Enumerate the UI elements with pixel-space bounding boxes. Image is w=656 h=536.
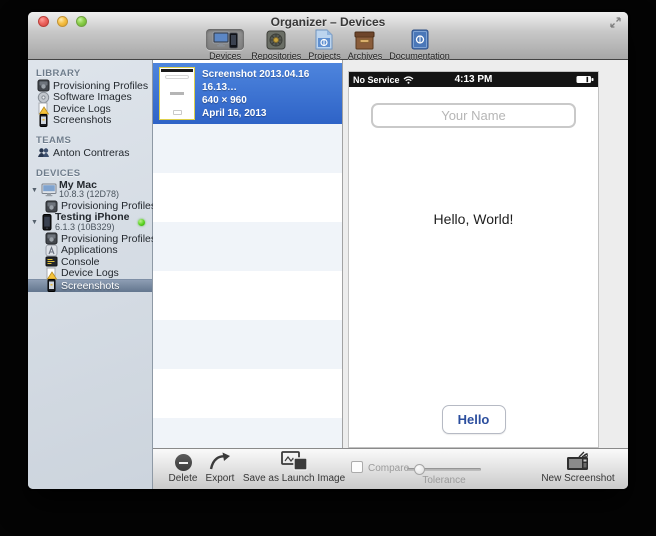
sidebar: LIBRARY Provisioning Profiles Software I… [28, 60, 153, 489]
toolbar-item-archives[interactable]: Archives [348, 29, 383, 61]
sidebar-device-testing-iphone[interactable]: ▼ Testing iPhone 6.1.3 (10B329) [28, 212, 152, 233]
list-empty-row[interactable] [153, 418, 342, 448]
iphone-statusbar: No Service 4:13 PM [349, 72, 598, 87]
disclosure-triangle-icon[interactable]: ▼ [31, 187, 39, 194]
sidebar-item-iphone-screenshots[interactable]: Screenshots [28, 279, 152, 292]
fullscreen-icon[interactable] [610, 17, 621, 28]
device-name-block: Testing iPhone 6.1.3 (10B329) [55, 213, 129, 232]
toolbar-item-documentation[interactable]: Documentation [389, 29, 450, 61]
screenshots-icon [45, 279, 58, 292]
thumb-label [170, 92, 184, 95]
archives-icon [348, 29, 381, 50]
screenshot-meta: Screenshot 2013.04.16 16.13… 640 × 960 A… [202, 68, 342, 120]
name-text-field: Your Name [371, 103, 576, 128]
organizer-window: Organizer – Devices Devices [28, 12, 628, 489]
screenshot-list-item-selected[interactable]: Screenshot 2013.04.16 16.13… 640 × 960 A… [153, 63, 342, 124]
screenshots-icon [37, 114, 50, 127]
device-logs-icon [45, 267, 58, 280]
device-version: 10.8.3 (12D78) [59, 189, 119, 199]
screenshot-date: April 16, 2013 [202, 107, 342, 120]
tolerance-label-group: Tolerance [407, 475, 481, 486]
statusbar-time: 4:13 PM [349, 74, 598, 85]
list-empty-row[interactable] [153, 124, 342, 173]
sidebar-item-label: Device Logs [53, 103, 111, 115]
sidebar-item-team-member[interactable]: Anton Contreras [28, 147, 152, 159]
sidebar-item-label: Provisioning Profiles [61, 233, 156, 245]
sidebar-item-label: Software Images [53, 91, 132, 103]
save-launch-label: Save as Launch Image [238, 473, 350, 484]
list-empty-row[interactable] [153, 173, 342, 222]
delete-icon [175, 454, 192, 471]
window-header: Organizer – Devices Devices [28, 12, 628, 60]
compare-checkbox[interactable] [351, 461, 363, 473]
export-button[interactable]: Export [197, 449, 243, 484]
device-version: 6.1.3 (10B329) [55, 222, 115, 232]
tolerance-slider[interactable] [407, 464, 481, 475]
sidebar-item-label: Screenshots [53, 114, 111, 126]
mac-icon [41, 183, 57, 197]
repositories-icon [260, 29, 292, 50]
device-name-block: My Mac 10.8.3 (12D78) [59, 181, 119, 200]
toolbar-item-repositories[interactable]: Repositories [251, 29, 301, 61]
sidebar-item-label: Console [61, 256, 100, 268]
bottom-toolbar: Delete Export Save as Launch Image [153, 448, 628, 489]
screenshot-title: Screenshot 2013.04.16 16.13… [202, 68, 342, 94]
toolbar-item-projects[interactable]: Projects [308, 29, 341, 61]
hello-world-label: Hello, World! [349, 211, 598, 227]
projects-icon [309, 29, 339, 50]
list-empty-row[interactable] [153, 271, 342, 320]
device-screenshot-image[interactable]: No Service 4:13 PM Your Name Hello, Worl… [349, 72, 598, 447]
name-field-placeholder: Your Name [441, 108, 506, 123]
save-launch-image-icon [281, 451, 308, 471]
save-as-launch-image-button[interactable]: Save as Launch Image [238, 449, 350, 484]
sidebar-item-iphone-device-logs[interactable]: Device Logs [28, 268, 152, 280]
preview-pane: No Service 4:13 PM Your Name Hello, Worl… [342, 60, 628, 448]
new-screenshot-button[interactable]: New Screenshot [533, 449, 623, 484]
sidebar-item-screenshots[interactable]: Screenshots [28, 115, 152, 127]
list-empty-row[interactable] [153, 320, 342, 369]
sidebar-item-label: Provisioning Profiles [53, 80, 148, 92]
titlebar[interactable]: Organizer – Devices [28, 12, 628, 29]
sidebar-section-library: LIBRARY [28, 68, 152, 80]
new-screenshot-icon [566, 451, 590, 471]
disclosure-triangle-icon[interactable]: ▼ [31, 219, 39, 226]
tolerance-label: Tolerance [407, 475, 481, 486]
screenshot-size: 640 × 960 [202, 94, 342, 107]
sidebar-item-label: Applications [61, 244, 118, 256]
thumb-textfield [165, 75, 189, 79]
sidebar-item-label: Screenshots [61, 280, 119, 292]
documentation-icon [405, 29, 435, 50]
device-connected-dot [138, 219, 145, 226]
list-empty-row[interactable] [153, 222, 342, 271]
sidebar-item-label: Device Logs [61, 267, 119, 279]
screenshot-list: Screenshot 2013.04.16 16.13… 640 × 960 A… [153, 60, 342, 448]
window-title: Organizer – Devices [28, 15, 628, 29]
sidebar-item-label: Anton Contreras [53, 147, 129, 159]
iphone-icon [41, 214, 53, 231]
devices-icon [206, 29, 244, 50]
thumb-button [173, 110, 182, 115]
main-toolbar: Devices Repositories [28, 29, 628, 60]
sidebar-section-teams: TEAMS [28, 135, 152, 147]
thumb-statusbar [161, 69, 193, 72]
compare-control[interactable]: Compare [351, 458, 409, 476]
list-empty-row[interactable] [153, 369, 342, 418]
export-label: Export [197, 473, 243, 484]
screenshot-thumbnail [159, 67, 195, 120]
compare-label: Compare [368, 463, 409, 474]
battery-icon [576, 75, 594, 84]
slider-knob[interactable] [414, 464, 425, 475]
toolbar-item-devices[interactable]: Devices [206, 29, 244, 61]
hello-button: Hello [442, 405, 506, 434]
team-people-icon [37, 146, 50, 159]
sidebar-device-my-mac[interactable]: ▼ My Mac 10.8.3 (12D78) [28, 180, 152, 201]
new-screenshot-label: New Screenshot [533, 473, 623, 484]
export-icon [208, 451, 232, 471]
